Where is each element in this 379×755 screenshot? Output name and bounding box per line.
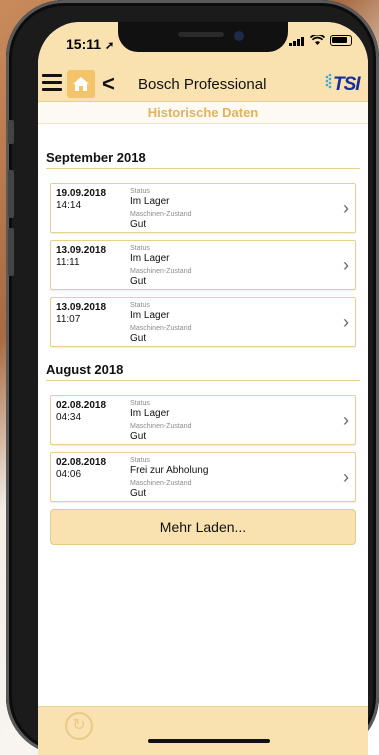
volume-up-button: [8, 170, 14, 218]
status-label: Status: [130, 245, 150, 252]
history-list: September 2018 19.09.2018 14:14 Status I…: [38, 124, 368, 545]
bottom-bar: ↻: [38, 706, 368, 755]
condition-value: Gut: [130, 219, 147, 230]
entry-date: 13.09.2018: [56, 302, 107, 313]
wifi-icon: [310, 35, 325, 45]
entry-date: 02.08.2018: [56, 457, 107, 468]
condition-label: Maschinen-Zustand: [130, 423, 192, 430]
condition-value: Gut: [130, 431, 147, 442]
load-more-button[interactable]: Mehr Laden...: [50, 509, 356, 545]
chevron-right-icon: ›: [343, 312, 349, 332]
chevron-right-icon: ›: [343, 255, 349, 275]
status-value: Im Lager: [130, 196, 170, 207]
entry-time: 04:34: [56, 412, 82, 423]
tsi-logo: TSI: [324, 71, 364, 95]
section-title: September 2018: [46, 150, 360, 169]
entry-time: 11:11: [56, 257, 80, 268]
status-time: 15:11 ➚: [66, 36, 115, 52]
back-icon[interactable]: <: [102, 71, 115, 97]
condition-label: Maschinen-Zustand: [130, 268, 192, 275]
status-label: Status: [130, 188, 150, 195]
page-title: Bosch Professional: [138, 76, 267, 93]
history-entry[interactable]: 02.08.2018 04:34 Status Im Lager Maschin…: [50, 395, 356, 445]
front-camera: [234, 31, 244, 41]
history-entry[interactable]: 02.08.2018 04:06 Status Frei zur Abholun…: [50, 452, 356, 502]
menu-icon[interactable]: [42, 74, 62, 92]
status-value: Frei zur Abholung: [130, 465, 209, 476]
chevron-right-icon: ›: [343, 467, 349, 487]
speaker: [178, 32, 224, 37]
entry-time: 04:06: [56, 469, 82, 480]
status-icons: [289, 35, 352, 46]
mute-switch: [8, 120, 14, 144]
refresh-icon[interactable]: ↻: [65, 712, 93, 740]
section-title: August 2018: [46, 362, 360, 381]
condition-label: Maschinen-Zustand: [130, 480, 192, 487]
condition-value: Gut: [130, 488, 147, 499]
status-label: Status: [130, 457, 150, 464]
entry-time: 14:14: [56, 200, 82, 211]
battery-icon: [330, 35, 352, 46]
condition-value: Gut: [130, 276, 147, 287]
entry-time: 11:07: [56, 314, 81, 325]
phone-frame: 15:11 ➚ < Bosch Professional TSI Histori…: [6, 0, 379, 755]
home-indicator[interactable]: [148, 739, 270, 743]
subheader-title: Historische Daten: [38, 102, 368, 124]
condition-label: Maschinen-Zustand: [130, 325, 192, 332]
entry-date: 02.08.2018: [56, 400, 107, 411]
status-value: Im Lager: [130, 253, 170, 264]
status-label: Status: [130, 400, 150, 407]
status-value: Im Lager: [130, 408, 170, 419]
navbar: < Bosch Professional TSI: [38, 66, 368, 102]
condition-label: Maschinen-Zustand: [130, 211, 192, 218]
history-entry[interactable]: 19.09.2018 14:14 Status Im Lager Maschin…: [50, 183, 356, 233]
signal-icon: [289, 36, 304, 46]
condition-value: Gut: [130, 333, 147, 344]
home-icon[interactable]: [67, 70, 95, 98]
notch: [118, 22, 288, 52]
svg-text:TSI: TSI: [333, 74, 361, 95]
chevron-right-icon: ›: [343, 410, 349, 430]
chevron-right-icon: ›: [343, 198, 349, 218]
entry-date: 13.09.2018: [56, 245, 107, 256]
location-icon: ➚: [104, 40, 115, 52]
status-bar: 15:11 ➚: [38, 22, 368, 66]
history-entry[interactable]: 13.09.2018 11:11 Status Im Lager Maschin…: [50, 240, 356, 290]
entry-date: 19.09.2018: [56, 188, 107, 199]
status-label: Status: [130, 302, 150, 309]
history-entry[interactable]: 13.09.2018 11:07 Status Im Lager Maschin…: [50, 297, 356, 347]
status-value: Im Lager: [130, 310, 170, 321]
volume-down-button: [8, 228, 14, 276]
app-screen: 15:11 ➚ < Bosch Professional TSI Histori…: [38, 22, 368, 755]
